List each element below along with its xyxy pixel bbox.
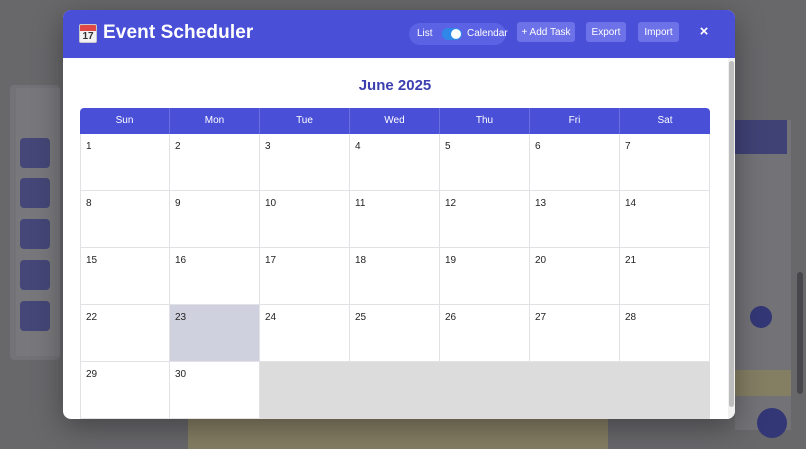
day-cell[interactable]: 7 — [620, 134, 710, 191]
calendar-grid: Sun Mon Tue Wed Thu Fri Sat 1 2 3 4 5 6 … — [80, 108, 710, 419]
view-toggle[interactable]: List Calendar — [409, 23, 508, 45]
day-cell[interactable]: 5 — [440, 134, 530, 191]
day-cell[interactable]: 16 — [170, 248, 260, 305]
day-cell[interactable]: 21 — [620, 248, 710, 305]
weekday-header: Wed — [350, 108, 440, 134]
day-cell[interactable]: 27 — [530, 305, 620, 362]
weekday-header: Thu — [440, 108, 530, 134]
import-button[interactable]: Import — [638, 22, 679, 42]
modal-header: 17 Event Scheduler List Calendar + Add T… — [63, 10, 735, 58]
day-cell[interactable]: 25 — [350, 305, 440, 362]
modal-body: June 2025 Sun Mon Tue Wed Thu Fri Sat 1 … — [63, 58, 735, 419]
week-row: 1 2 3 4 5 6 7 — [80, 134, 710, 191]
week-row: 22 23 24 25 26 27 28 — [80, 305, 710, 362]
day-cell[interactable]: 18 — [350, 248, 440, 305]
weekday-header: Sat — [657, 115, 673, 126]
empty-day-cell — [440, 362, 530, 419]
day-cell[interactable]: 4 — [350, 134, 440, 191]
switch-knob — [451, 29, 461, 39]
weekday-header: Fri — [530, 108, 620, 134]
day-cell[interactable]: 2 — [170, 134, 260, 191]
week-row: 29 30 — [80, 362, 710, 419]
empty-day-cell — [620, 362, 710, 419]
day-cell[interactable]: 17 — [260, 248, 350, 305]
day-cell[interactable]: 30 — [170, 362, 260, 419]
day-cell[interactable]: 26 — [440, 305, 530, 362]
modal-scrollbar-thumb[interactable] — [729, 61, 734, 407]
view-switch[interactable] — [442, 28, 462, 40]
empty-day-cell — [350, 362, 440, 419]
day-cell[interactable]: 6 — [530, 134, 620, 191]
day-cell[interactable]: 29 — [80, 362, 170, 419]
day-cell[interactable]: 13 — [530, 191, 620, 248]
empty-day-cell — [530, 362, 620, 419]
calendar-emoji-icon: 17 — [79, 23, 97, 43]
add-task-button[interactable]: + Add Task — [517, 22, 575, 42]
day-cell[interactable]: 12 — [440, 191, 530, 248]
weekday-header: Mon — [170, 108, 260, 134]
weekday-header-row: Sun Mon Tue Wed Thu Fri Sat — [80, 108, 710, 134]
close-icon[interactable]: × — [695, 23, 713, 41]
day-cell[interactable]: 19 — [440, 248, 530, 305]
event-scheduler-modal: 17 Event Scheduler List Calendar + Add T… — [63, 10, 735, 419]
day-cell[interactable]: 15 — [80, 248, 170, 305]
day-cell[interactable]: 8 — [80, 191, 170, 248]
month-title: June 2025 — [358, 77, 432, 94]
weekday-header: Tue — [260, 108, 350, 134]
modal-title-group: 17 Event Scheduler — [79, 22, 253, 44]
day-cell[interactable]: 28 — [620, 305, 710, 362]
day-cell[interactable]: 20 — [530, 248, 620, 305]
day-cell[interactable]: 9 — [170, 191, 260, 248]
day-cell[interactable]: 14 — [620, 191, 710, 248]
day-cell[interactable]: 1 — [80, 134, 170, 191]
toggle-label-list[interactable]: List — [417, 28, 433, 39]
day-cell[interactable]: 3 — [260, 134, 350, 191]
day-cell[interactable]: 24 — [260, 305, 350, 362]
export-button[interactable]: Export — [586, 22, 626, 42]
weekday-header: Sun — [80, 108, 170, 134]
modal-scrollbar[interactable] — [728, 58, 735, 419]
calendar-emoji-date: 17 — [82, 30, 94, 42]
empty-day-cell — [260, 362, 350, 419]
day-cell[interactable]: 22 — [80, 305, 170, 362]
day-cell[interactable]: 11 — [350, 191, 440, 248]
day-cell-selected[interactable]: 23 — [170, 305, 260, 362]
week-row: 8 9 10 11 12 13 14 — [80, 191, 710, 248]
modal-title: Event Scheduler — [103, 22, 254, 43]
toggle-label-calendar[interactable]: Calendar — [467, 28, 508, 39]
week-row: 15 16 17 18 19 20 21 — [80, 248, 710, 305]
day-cell[interactable]: 10 — [260, 191, 350, 248]
